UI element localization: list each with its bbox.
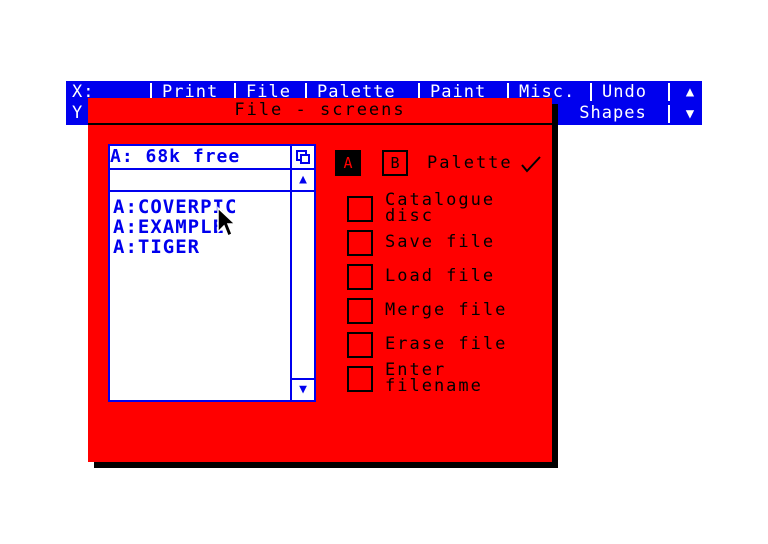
list-scroll-up-button[interactable]: ▲ [292,170,314,190]
save-file-checkbox[interactable] [347,230,373,256]
catalogue-disc-label-2: disc [385,206,434,226]
menu-separator [590,83,592,101]
merge-file-checkbox[interactable] [347,298,373,324]
checkmark-icon [521,156,541,173]
drive-a-button[interactable]: A [335,150,361,176]
catalogue-disc-checkbox[interactable] [347,196,373,222]
menu-separator [668,83,670,101]
arrow-up-icon: ▲ [685,84,695,100]
title-divider [88,123,552,125]
menu-separator [668,105,670,123]
merge-file-label: Merge file [385,300,508,320]
enter-filename-checkbox[interactable] [347,366,373,392]
coord-y-readout: Y [72,103,84,123]
menu-shapes[interactable]: Shapes [560,103,666,123]
menu-scroll-down-button[interactable]: ▼ [678,104,702,124]
erase-file-label: Erase file [385,334,508,354]
load-file-label: Load file [385,266,496,286]
menu-undo[interactable]: Undo [602,83,647,101]
list-scroll-down-button[interactable]: ▼ [292,380,314,400]
enter-filename-label-2: filename [385,376,483,396]
save-file-label: Save file [385,232,496,252]
file-entry[interactable]: A:COVERPIC [113,197,289,217]
load-file-checkbox[interactable] [347,264,373,290]
file-entry[interactable]: A:EXAMPLE [113,217,289,237]
file-list-box [108,144,316,402]
menu-scroll-up-button[interactable]: ▲ [678,82,702,102]
mouse-pointer-icon [217,206,236,238]
erase-file-checkbox[interactable] [347,332,373,358]
dialog-title: File - screens [234,100,406,120]
palette-toggle-label[interactable]: Palette [427,155,513,172]
scrollbar-top-divider [292,190,314,192]
list-header-divider [110,168,314,170]
file-entry[interactable]: A:TIGER [113,237,289,257]
arrow-down-icon: ▼ [299,382,307,397]
arrow-down-icon: ▼ [685,106,695,122]
drive-b-button[interactable]: B [382,150,408,176]
list-close-button[interactable] [292,147,314,167]
window-toggle-icon [296,150,310,164]
arrow-up-icon: ▲ [299,172,307,187]
list-filename-divider [110,190,290,192]
drive-free-space: A: 68k free [110,146,241,167]
